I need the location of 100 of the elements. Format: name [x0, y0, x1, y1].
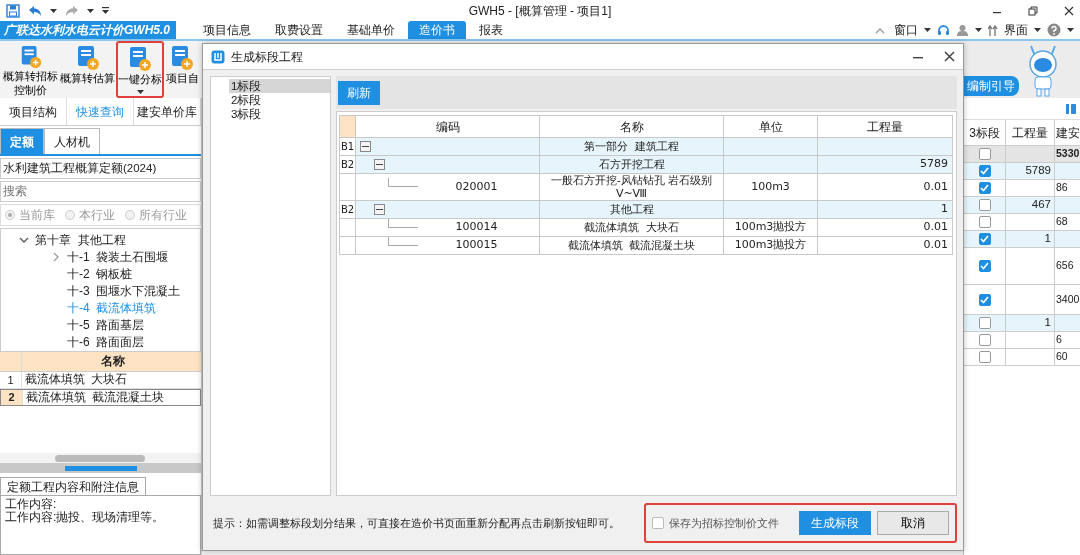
- panel-tab[interactable]: 快速查询: [67, 98, 134, 125]
- layout-icon[interactable]: [988, 24, 998, 36]
- caret-icon[interactable]: [1034, 28, 1041, 32]
- table-cell: 第一部分 建筑工程: [584, 140, 679, 153]
- close-icon[interactable]: [944, 51, 955, 62]
- close-icon[interactable]: [1064, 5, 1074, 16]
- checkbox[interactable]: [978, 334, 991, 346]
- table-cell[interactable]: 截流体填筑 截流混凝土块: [23, 390, 200, 405]
- checkbox-label[interactable]: 保存为招标控制价文件: [669, 514, 779, 532]
- collapse-toggle[interactable]: [374, 159, 385, 170]
- app-icon: [211, 49, 225, 64]
- tree-item[interactable]: 十-5 路面基层: [67, 315, 145, 334]
- panel-tab[interactable]: 项目结构: [0, 98, 67, 125]
- table-cell: 6: [1055, 332, 1080, 349]
- column-header: 名称: [100, 353, 126, 369]
- table-cell: [1055, 315, 1080, 332]
- tree-line: [388, 236, 418, 246]
- menu-tab[interactable]: 取费设置: [264, 21, 334, 39]
- tree-line: [388, 218, 418, 228]
- ribbon-button[interactable]: 概算转招标控制价: [2, 41, 59, 98]
- tree-item[interactable]: 十-4 截流体填筑: [67, 298, 157, 317]
- customize-icon[interactable]: [102, 7, 109, 14]
- window-title: GWH5 - [概算管理 - 项目1]: [468, 2, 612, 20]
- table-cell: 100m3抛投方: [734, 220, 807, 234]
- checkbox[interactable]: [978, 199, 991, 211]
- caret-icon[interactable]: [975, 28, 982, 32]
- list-item[interactable]: 3标段: [229, 107, 330, 121]
- tree-item[interactable]: 第十章 其他工程: [35, 230, 126, 249]
- list-item[interactable]: 2标段: [229, 93, 330, 107]
- list-item[interactable]: 1标段: [229, 79, 330, 93]
- ribbon-button[interactable]: 项目自: [164, 41, 200, 98]
- checkbox[interactable]: [978, 233, 991, 245]
- column-header: 编码: [435, 119, 460, 134]
- ribbon-button[interactable]: 概算转估算: [59, 41, 116, 98]
- splitter-handle[interactable]: [64, 465, 137, 471]
- menu-tab[interactable]: 报表: [468, 21, 514, 39]
- tree-item[interactable]: 十-1 袋装土石围堰: [67, 247, 169, 266]
- checkbox[interactable]: [652, 517, 664, 529]
- menu-tab[interactable]: 基础单价: [336, 21, 406, 39]
- table-cell: 截流体填筑 大块石: [584, 221, 679, 234]
- checkbox[interactable]: [978, 351, 991, 363]
- info-tab[interactable]: 定额工程内容和附注信息: [0, 477, 146, 495]
- panel-tab[interactable]: 建安单价库: [134, 98, 201, 125]
- row-header: B2: [341, 204, 355, 215]
- checkbox[interactable]: [978, 165, 991, 177]
- library-name: 水利建筑工程概算定额(2024): [3, 160, 157, 176]
- table-cell-text: 100014: [454, 219, 499, 236]
- scrollbar-thumb[interactable]: [55, 454, 145, 462]
- table-cell: 其他工程: [609, 203, 654, 216]
- checkbox[interactable]: [978, 216, 991, 228]
- collapse-toggle[interactable]: [360, 141, 371, 152]
- help-icon[interactable]: [1047, 23, 1061, 37]
- collapse-toggle[interactable]: [374, 204, 385, 215]
- interface-menu[interactable]: 界面: [1004, 21, 1028, 39]
- redo-icon[interactable]: [65, 4, 79, 17]
- checkbox[interactable]: [978, 182, 991, 194]
- tree-item[interactable]: 十-2 钢板桩: [67, 264, 133, 283]
- window-menu[interactable]: 窗口: [894, 21, 918, 39]
- caret-icon[interactable]: [87, 8, 94, 13]
- undo-icon[interactable]: [28, 4, 42, 17]
- caret-icon[interactable]: [50, 8, 57, 13]
- restore-icon[interactable]: [1028, 5, 1038, 16]
- sub-tab[interactable]: 人材机: [44, 128, 100, 154]
- table-cell: 100m3抛投方: [734, 238, 807, 252]
- table-cell-text: 020001: [454, 178, 499, 195]
- headset-icon[interactable]: [937, 23, 950, 37]
- library-dropdown[interactable]: 水利建筑工程概算定额(2024): [0, 158, 201, 179]
- check-icon: [980, 262, 989, 270]
- caret-icon[interactable]: [924, 28, 931, 32]
- table-cell: 1: [1006, 231, 1055, 248]
- dialog-title: 生成标段工程: [231, 48, 303, 66]
- document-icon: [75, 45, 100, 71]
- table-cell[interactable]: 截流体填筑 大块石: [22, 372, 201, 388]
- cancel-button[interactable]: 取消: [877, 511, 949, 535]
- row-number: 2: [1, 390, 23, 405]
- table-cell: 100m3: [751, 179, 790, 193]
- save-icon[interactable]: [6, 3, 20, 18]
- table-cell: 60: [1055, 349, 1080, 366]
- column-header: 名称: [619, 119, 644, 134]
- caret-icon[interactable]: [1067, 28, 1074, 32]
- collapse-icon[interactable]: [875, 26, 885, 34]
- row-header: B2: [341, 159, 355, 170]
- tree-item[interactable]: 十-6 路面面层: [67, 332, 145, 351]
- check-icon: [980, 235, 989, 243]
- table-cell: 5789: [920, 157, 948, 171]
- checkbox[interactable]: [978, 293, 991, 306]
- checkbox[interactable]: [978, 260, 991, 272]
- document-icon: [128, 46, 152, 72]
- chevron-right-icon[interactable]: [51, 251, 61, 262]
- checkbox[interactable]: [978, 148, 991, 160]
- column-header: 工程量: [867, 119, 903, 134]
- table-cell: 石方开挖工程: [598, 158, 665, 171]
- table-cell: 0.01: [923, 220, 948, 234]
- column-toggle-icon[interactable]: [1065, 102, 1077, 115]
- checkbox[interactable]: [978, 317, 991, 329]
- user-icon[interactable]: [956, 23, 969, 37]
- tree-item[interactable]: 十-3 围堰水下混凝土: [67, 281, 181, 300]
- document-icon: [170, 45, 194, 71]
- menu-tab[interactable]: 项目信息: [192, 21, 262, 39]
- caret-icon[interactable]: [136, 90, 144, 94]
